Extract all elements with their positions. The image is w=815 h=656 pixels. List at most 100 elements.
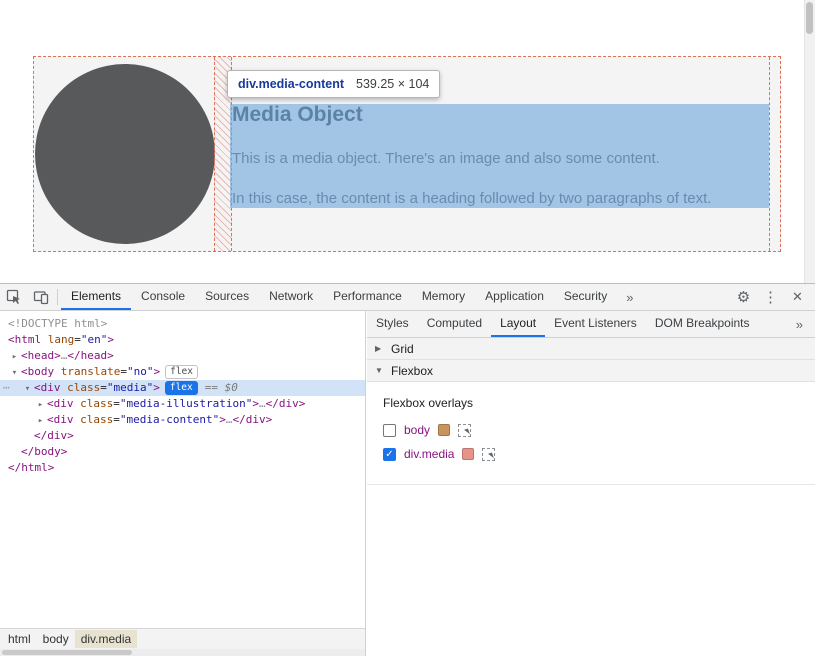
breadcrumb-html[interactable]: html [2,630,37,648]
dom-token: "en" [81,333,108,346]
tab-console[interactable]: Console [131,284,195,310]
more-sidebar-tabs-chevron-icon[interactable]: » [784,317,815,332]
sidebar-tab-styles[interactable]: Styles [367,311,418,337]
flexbox-section-body: Flexbox overlays body ✓ div.media [367,382,815,485]
dom-token: </html> [8,461,54,474]
dom-token: </div> [266,397,306,410]
media-illustration-circle [35,64,215,244]
expand-arrow-icon[interactable]: ▾ [8,365,21,381]
chevron-right-icon: ▶ [375,344,385,353]
dom-token: … [259,397,266,410]
tab-sources[interactable]: Sources [195,284,259,310]
dom-token: class [67,381,100,394]
flexbox-overlays-title: Flexbox overlays [383,396,799,410]
toolbar-right-icons: ⚙ ⋮ ✕ [730,284,815,310]
dom-token: class [80,397,113,410]
overlay-checkbox[interactable] [383,424,396,437]
dom-tree-node[interactable]: ▸<head>…</head> [0,348,365,364]
dom-token: = [113,397,120,410]
devtools-toolbar: ElementsConsoleSourcesNetworkPerformance… [0,284,815,311]
tab-elements[interactable]: Elements [61,284,131,310]
inspect-element-icon[interactable] [0,284,27,310]
close-devtools-icon[interactable]: ✕ [784,284,811,310]
dom-token: = [74,333,81,346]
tab-application[interactable]: Application [475,284,554,310]
dom-token: "media-illustration" [120,397,252,410]
overlay-checkbox[interactable]: ✓ [383,448,396,461]
flexbox-overlay-row: ✓ div.media [383,447,799,461]
toolbar-divider [57,289,58,305]
overlay-color-swatch[interactable] [438,424,450,436]
sidebar-tab-dom-breakpoints[interactable]: DOM Breakpoints [646,311,759,337]
device-toolbar-icon[interactable] [27,284,54,310]
dom-token: = [100,381,107,394]
console-reference: == $0 [205,381,238,394]
dom-token: </div> [232,413,272,426]
collapse-arrow-icon[interactable]: ▸ [8,349,21,365]
dom-token: </div> [34,429,74,442]
devtools-panel: ElementsConsoleSourcesNetworkPerformance… [0,283,815,656]
settings-gear-icon[interactable]: ⚙ [730,284,757,310]
dom-tree-node[interactable]: ▸<div class="media-content">…</div> [0,412,365,428]
tab-performance[interactable]: Performance [323,284,412,310]
dom-token: lang [48,333,75,346]
inspect-highlight [230,104,769,208]
sidebar-tab-layout[interactable]: Layout [491,311,545,337]
sidebar-tab-computed[interactable]: Computed [418,311,491,337]
dom-token: "media-content" [120,413,219,426]
tab-network[interactable]: Network [259,284,323,310]
devtools-tab-strip: ElementsConsoleSourcesNetworkPerformance… [61,284,617,310]
kebab-menu-icon[interactable]: ⋮ [757,284,784,310]
dom-tree-node[interactable]: </html> [0,460,365,476]
overlay-color-swatch[interactable] [462,448,474,460]
dom-token: <body [21,365,54,378]
dom-tree: <!DOCTYPE html><html lang="en">▸<head>…<… [0,311,365,476]
dom-token: translate [61,365,121,378]
tooltip-dimensions: 539.25 × 104 [356,77,429,91]
overlay-element-label[interactable]: div.media [404,447,454,461]
dom-tree-node[interactable]: ▸<div class="media-illustration">…</div> [0,396,365,412]
dom-tree-pane: <!DOCTYPE html><html lang="en">▸<head>…<… [0,311,366,656]
page-scrollbar[interactable] [804,0,815,283]
dom-tree-scrollbar-thumb[interactable] [2,650,132,655]
browser-viewport: Media Object This is a media object. The… [0,0,815,283]
dom-token: </body> [21,445,67,458]
dom-token: = [120,365,127,378]
flexbox-section-header[interactable]: ▼ Flexbox [367,360,815,382]
dom-token: > [219,413,226,426]
dom-tree-node[interactable]: <!DOCTYPE html> [0,316,365,332]
dom-tree-node[interactable]: </div> [0,428,365,444]
dom-token: <div [47,397,74,410]
page-scrollbar-thumb[interactable] [806,2,813,34]
overlay-element-label[interactable]: body [404,423,430,437]
grid-section-header[interactable]: ▶ Grid [367,338,815,360]
tab-security[interactable]: Security [554,284,617,310]
tab-memory[interactable]: Memory [412,284,475,310]
dom-token: <div [34,381,61,394]
dom-token: </head> [67,349,113,362]
flexbox-overlay-list: body ✓ div.media [383,423,799,461]
flex-badge[interactable]: flex [165,381,198,395]
dom-token: "no" [127,365,154,378]
node-menu-dots-icon[interactable]: ⋯ [3,380,9,396]
dom-tree-horizontal-scrollbar[interactable] [0,649,365,656]
collapse-arrow-icon[interactable]: ▸ [34,413,47,429]
collapse-arrow-icon[interactable]: ▸ [34,397,47,413]
expand-arrow-icon[interactable]: ▾ [21,381,34,397]
more-panels-chevron-icon[interactable]: » [617,290,642,305]
show-element-overlay-icon[interactable] [482,448,495,461]
grid-section-label: Grid [391,342,414,356]
flexbox-overlay-row: body [383,423,799,437]
flex-badge[interactable]: flex [165,365,198,379]
dom-tree-node[interactable]: ⋯▾<div class="media">flex== $0 [0,380,365,396]
show-element-overlay-icon[interactable] [458,424,471,437]
breadcrumb-div-media[interactable]: div.media [75,630,137,648]
dom-tree-node[interactable]: </body> [0,444,365,460]
breadcrumb-body[interactable]: body [37,630,75,648]
dom-token: > [107,333,114,346]
dom-token: = [113,413,120,426]
dom-tree-node[interactable]: ▾<body translate="no">flex [0,364,365,380]
sidebar-tab-event-listeners[interactable]: Event Listeners [545,311,646,337]
dom-token: <head> [21,349,61,362]
dom-tree-node[interactable]: <html lang="en"> [0,332,365,348]
